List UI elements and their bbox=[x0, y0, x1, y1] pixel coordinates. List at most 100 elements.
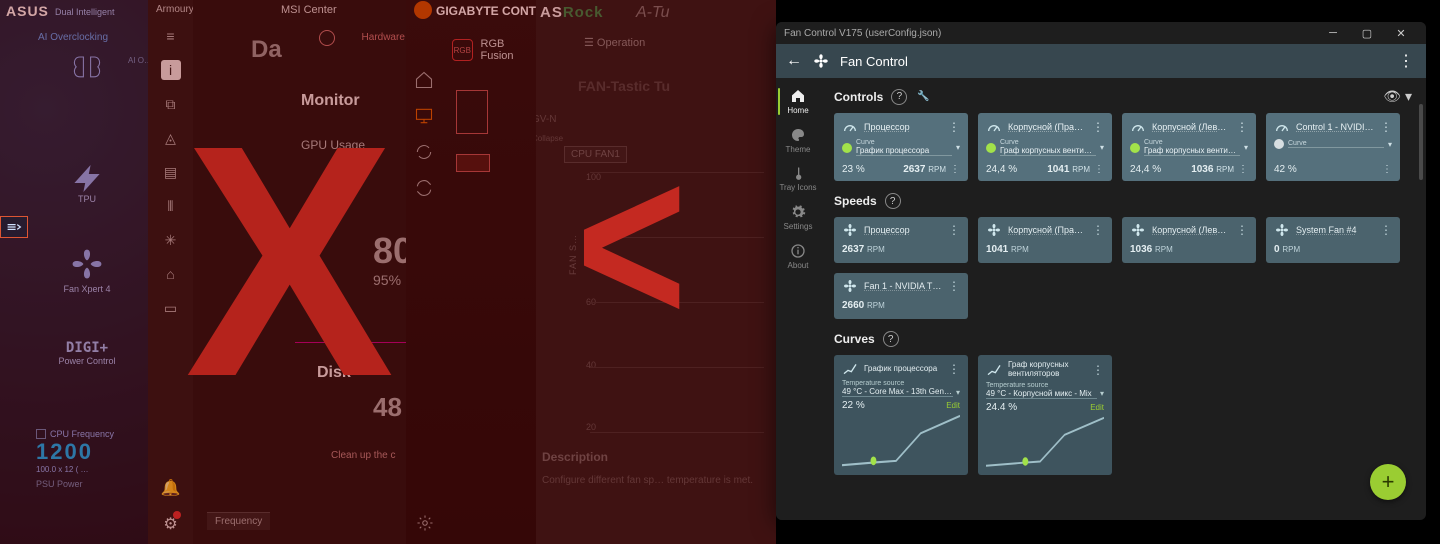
rpm-menu-button[interactable]: ⋮ bbox=[1094, 164, 1104, 175]
card-menu-button[interactable]: ⋮ bbox=[1092, 363, 1104, 377]
frequency-tab[interactable]: Frequency bbox=[207, 512, 270, 530]
home-icon[interactable] bbox=[414, 70, 434, 90]
app-menu-button[interactable]: ⋮ bbox=[1398, 51, 1416, 71]
curve-field-label: Curve bbox=[1288, 140, 1384, 147]
maximize-button[interactable]: ▢ bbox=[1350, 22, 1384, 44]
digi-tile[interactable]: DIGI+ Power Control bbox=[42, 340, 132, 366]
sidebar-item-tray[interactable]: Tray Icons bbox=[776, 162, 820, 196]
operation-tab[interactable]: ☰ Operation bbox=[584, 36, 645, 49]
curve-field-value[interactable]: Граф корпусных венти… bbox=[1144, 146, 1240, 156]
tag-icon[interactable]: ⌂ bbox=[161, 264, 181, 284]
card-menu-button[interactable]: ⋮ bbox=[1380, 223, 1392, 237]
sidebar-item-theme[interactable]: Theme bbox=[776, 123, 820, 158]
gear-icon[interactable] bbox=[416, 514, 434, 532]
status-dot[interactable] bbox=[1130, 143, 1140, 153]
dropdown-icon[interactable]: ▾ bbox=[1100, 389, 1104, 398]
scrollbar[interactable] bbox=[1419, 104, 1423, 180]
dropdown-icon[interactable]: ▾ bbox=[1100, 143, 1104, 152]
rpm-menu-button[interactable]: ⋮ bbox=[950, 164, 960, 175]
window-titlebar[interactable]: Fan Control V175 (userConfig.json) ─ ▢ ✕ bbox=[776, 22, 1426, 44]
gpu-card-icon[interactable] bbox=[456, 154, 490, 172]
speed-card[interactable]: Корпусной (Правый)⋮1041 RPM bbox=[978, 217, 1112, 263]
msi-hw-menu[interactable]: Hardware M bbox=[362, 32, 406, 43]
back-button[interactable]: ← bbox=[786, 52, 802, 70]
card-menu-button[interactable]: ⋮ bbox=[1236, 223, 1248, 237]
curve-field-value[interactable]: Граф корпусных венти… bbox=[1000, 146, 1096, 156]
sync-icon[interactable] bbox=[414, 142, 434, 162]
edit-link[interactable]: Edit bbox=[946, 401, 960, 410]
monitor-icon[interactable] bbox=[414, 106, 434, 126]
rgb-fusion-item[interactable]: RGB RGB Fusion bbox=[452, 38, 536, 62]
curve-card[interactable]: График процессора⋮Temperature source49 °… bbox=[834, 355, 968, 475]
status-dot[interactable] bbox=[1274, 139, 1284, 149]
status-dot[interactable] bbox=[842, 143, 852, 153]
curve-card[interactable]: Граф корпусных вентиляторов⋮Temperature … bbox=[978, 355, 1112, 475]
fan-curve-chart[interactable]: FAN S… 100 80 60 40 20 bbox=[564, 172, 764, 432]
card-menu-button[interactable]: ⋮ bbox=[948, 279, 960, 293]
tpu-tile[interactable]: TPU bbox=[42, 156, 132, 204]
curve-field-label: Curve bbox=[1144, 139, 1240, 146]
settings-icon[interactable]: ⚙ bbox=[163, 514, 177, 534]
rpm-menu-button[interactable]: ⋮ bbox=[1238, 164, 1248, 175]
speed-card[interactable]: Процессор⋮2637 RPM bbox=[834, 217, 968, 263]
help-icon[interactable]: ? bbox=[883, 331, 899, 347]
armoury-title: Armoury Crate bbox=[156, 4, 193, 15]
controls-section-header: Controls ? 🔧 👁 ▾ bbox=[834, 88, 1412, 105]
sidebar-item-settings[interactable]: Settings bbox=[776, 200, 820, 235]
dropdown-icon[interactable]: ▾ bbox=[1244, 143, 1248, 152]
fanxpert-tile[interactable]: Fan Xpert 4 bbox=[42, 246, 132, 294]
status-dot[interactable] bbox=[986, 143, 996, 153]
visibility-toggle[interactable]: 👁 ▾ bbox=[1383, 88, 1412, 105]
news-icon[interactable]: ▭ bbox=[161, 298, 181, 318]
scenario-icon[interactable]: ▤ bbox=[161, 162, 181, 182]
dropdown-icon[interactable]: ▾ bbox=[956, 388, 960, 397]
aura-icon[interactable]: ◬ bbox=[161, 128, 181, 148]
asus-expand-button[interactable] bbox=[0, 216, 28, 238]
card-menu-button[interactable]: ⋮ bbox=[948, 223, 960, 237]
card-menu-button[interactable]: ⋮ bbox=[948, 362, 960, 376]
sidebar-item-about[interactable]: About bbox=[776, 239, 820, 274]
curve-field-value[interactable]: График процессора bbox=[856, 146, 952, 156]
control-card[interactable]: Control 1 - NVIDIA T600⋮Curve▾42 %⋮ bbox=[1266, 113, 1400, 181]
wrench-icon[interactable]: 🔧 bbox=[915, 89, 931, 105]
edit-link[interactable]: Edit bbox=[1090, 403, 1104, 412]
dropdown-icon[interactable]: ▾ bbox=[1388, 140, 1392, 149]
speed-card[interactable]: Корпусной (Левый)⋮1036 RPM bbox=[1122, 217, 1256, 263]
card-menu-button[interactable]: ⋮ bbox=[1236, 120, 1248, 134]
cpu-fan1-tab[interactable]: CPU FAN1 bbox=[564, 146, 627, 163]
tuning-icon[interactable]: ⫴ bbox=[161, 196, 181, 216]
curve-field-value[interactable] bbox=[1288, 147, 1384, 148]
description-heading: Description bbox=[542, 450, 608, 464]
control-card[interactable]: Процессор⋮CurveГрафик процессора▾23 %263… bbox=[834, 113, 968, 181]
bell-icon[interactable]: 🔔 bbox=[161, 478, 181, 498]
refresh-icon[interactable] bbox=[414, 178, 434, 198]
collapse-label[interactable]: Collapse bbox=[536, 134, 563, 143]
control-card[interactable]: Корпусной (Правый)⋮CurveГраф корпусных в… bbox=[978, 113, 1112, 181]
speed-card[interactable]: System Fan #4⋮0 RPM bbox=[1266, 217, 1400, 263]
info-icon[interactable]: i bbox=[161, 60, 181, 80]
control-card[interactable]: Корпусной (Левый)⋮CurveГраф корпусных ве… bbox=[1122, 113, 1256, 181]
temp-source-value[interactable]: 49 °C - Core Max - 13th Gen Intel i… bbox=[842, 387, 953, 397]
dropdown-icon[interactable]: ▾ bbox=[956, 143, 960, 152]
ai-overclocking-tile[interactable] bbox=[42, 48, 132, 86]
add-button[interactable]: + bbox=[1370, 464, 1406, 500]
minimize-button[interactable]: ─ bbox=[1316, 22, 1350, 44]
close-button[interactable]: ✕ bbox=[1384, 22, 1418, 44]
temp-source-value[interactable]: 49 °C - Корпусной микс - Mix bbox=[986, 389, 1097, 399]
speed-card[interactable]: Fan 1 - NVIDIA T600⋮2660 RPM bbox=[834, 273, 968, 319]
help-icon[interactable]: ? bbox=[891, 89, 907, 105]
app-toolbar: ← Fan Control ⋮ bbox=[776, 44, 1426, 78]
card-menu-button[interactable]: ⋮ bbox=[1092, 120, 1104, 134]
sidebar-item-home[interactable]: Home bbox=[776, 84, 820, 119]
rpm-menu-button[interactable]: ⋮ bbox=[1382, 164, 1392, 175]
card-menu-button[interactable]: ⋮ bbox=[948, 120, 960, 134]
card-menu-button[interactable]: ⋮ bbox=[1092, 223, 1104, 237]
card-menu-button[interactable]: ⋮ bbox=[1380, 120, 1392, 134]
devices-icon[interactable]: ⧉ bbox=[161, 94, 181, 114]
fan-icon[interactable]: ✳ bbox=[161, 230, 181, 250]
hamburger-icon[interactable]: ≡ bbox=[161, 26, 181, 46]
motherboard-icon[interactable] bbox=[456, 90, 488, 134]
control-rpm: 2637 RPM⋮ bbox=[903, 164, 960, 175]
ai-overclocking-label: AI Overclocking bbox=[38, 32, 108, 43]
help-icon[interactable]: ? bbox=[885, 193, 901, 209]
